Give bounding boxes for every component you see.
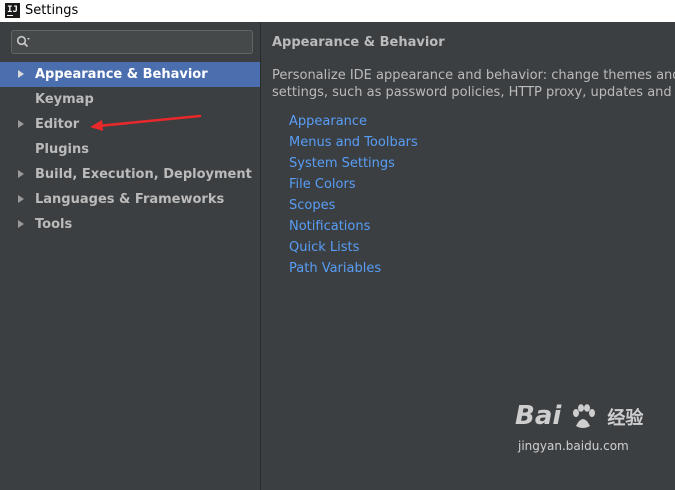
tree-item-label: Keymap — [35, 92, 94, 107]
link-menus-and-toolbars[interactable]: Menus and Toolbars — [289, 132, 418, 153]
settings-search-input[interactable] — [11, 30, 253, 54]
tree-item-keymap[interactable]: Keymap — [0, 87, 260, 112]
tree-item-appearance-behavior[interactable]: Appearance & Behavior — [0, 62, 260, 87]
intellij-app-icon: IJ — [5, 3, 20, 18]
link-quick-lists[interactable]: Quick Lists — [289, 237, 418, 258]
expand-arrow-icon[interactable] — [18, 170, 24, 178]
description-line: settings, such as password policies, HTT… — [272, 85, 675, 100]
description-line: Personalize IDE appearance and behavior:… — [272, 68, 675, 83]
watermark-logo: Bai 经验 — [515, 400, 643, 435]
tree-item-label: Appearance & Behavior — [35, 67, 208, 82]
tree-item-label: Tools — [35, 217, 73, 232]
window-title: Settings — [25, 3, 79, 18]
tree-item-plugins[interactable]: Plugins — [0, 137, 260, 162]
expand-arrow-icon[interactable] — [18, 220, 24, 228]
baidu-paw-icon — [573, 403, 596, 428]
section-description: Personalize IDE appearance and behavior:… — [272, 67, 675, 101]
link-system-settings[interactable]: System Settings — [289, 153, 418, 174]
link-path-variables[interactable]: Path Variables — [289, 258, 418, 279]
tree-item-label: Editor — [35, 117, 80, 132]
settings-sidebar: Appearance & Behavior Keymap Editor Plug… — [0, 22, 261, 490]
tree-item-label: Build, Execution, Deployment — [35, 167, 252, 182]
tree-item-label: Languages & Frameworks — [35, 192, 225, 207]
expand-arrow-icon[interactable] — [18, 70, 24, 78]
tree-item-build-execution-deployment[interactable]: Build, Execution, Deployment — [0, 162, 260, 187]
watermark-url: jingyan.baidu.com — [518, 439, 629, 453]
watermark-jingyan-text: 经验 — [607, 408, 644, 429]
settings-tree: Appearance & Behavior Keymap Editor Plug… — [0, 62, 260, 237]
search-icon[interactable] — [16, 35, 30, 49]
subsection-links: Appearance Menus and Toolbars System Set… — [289, 111, 418, 279]
expand-arrow-icon[interactable] — [18, 195, 24, 203]
page-title: Appearance & Behavior — [272, 35, 445, 50]
title-bar: IJ Settings — [0, 0, 675, 22]
tree-item-languages-frameworks[interactable]: Languages & Frameworks — [0, 187, 260, 212]
expand-arrow-icon[interactable] — [18, 120, 24, 128]
red-annotation-arrow — [90, 114, 202, 131]
link-scopes[interactable]: Scopes — [289, 195, 418, 216]
link-appearance[interactable]: Appearance — [289, 111, 418, 132]
tree-item-tools[interactable]: Tools — [0, 212, 260, 237]
watermark-logo-text: Bai — [515, 401, 562, 431]
baidu-jingyan-watermark: Bai 经验 jingyan.baidu.com — [515, 400, 643, 453]
link-file-colors[interactable]: File Colors — [289, 174, 418, 195]
link-notifications[interactable]: Notifications — [289, 216, 418, 237]
tree-item-label: Plugins — [35, 142, 89, 157]
